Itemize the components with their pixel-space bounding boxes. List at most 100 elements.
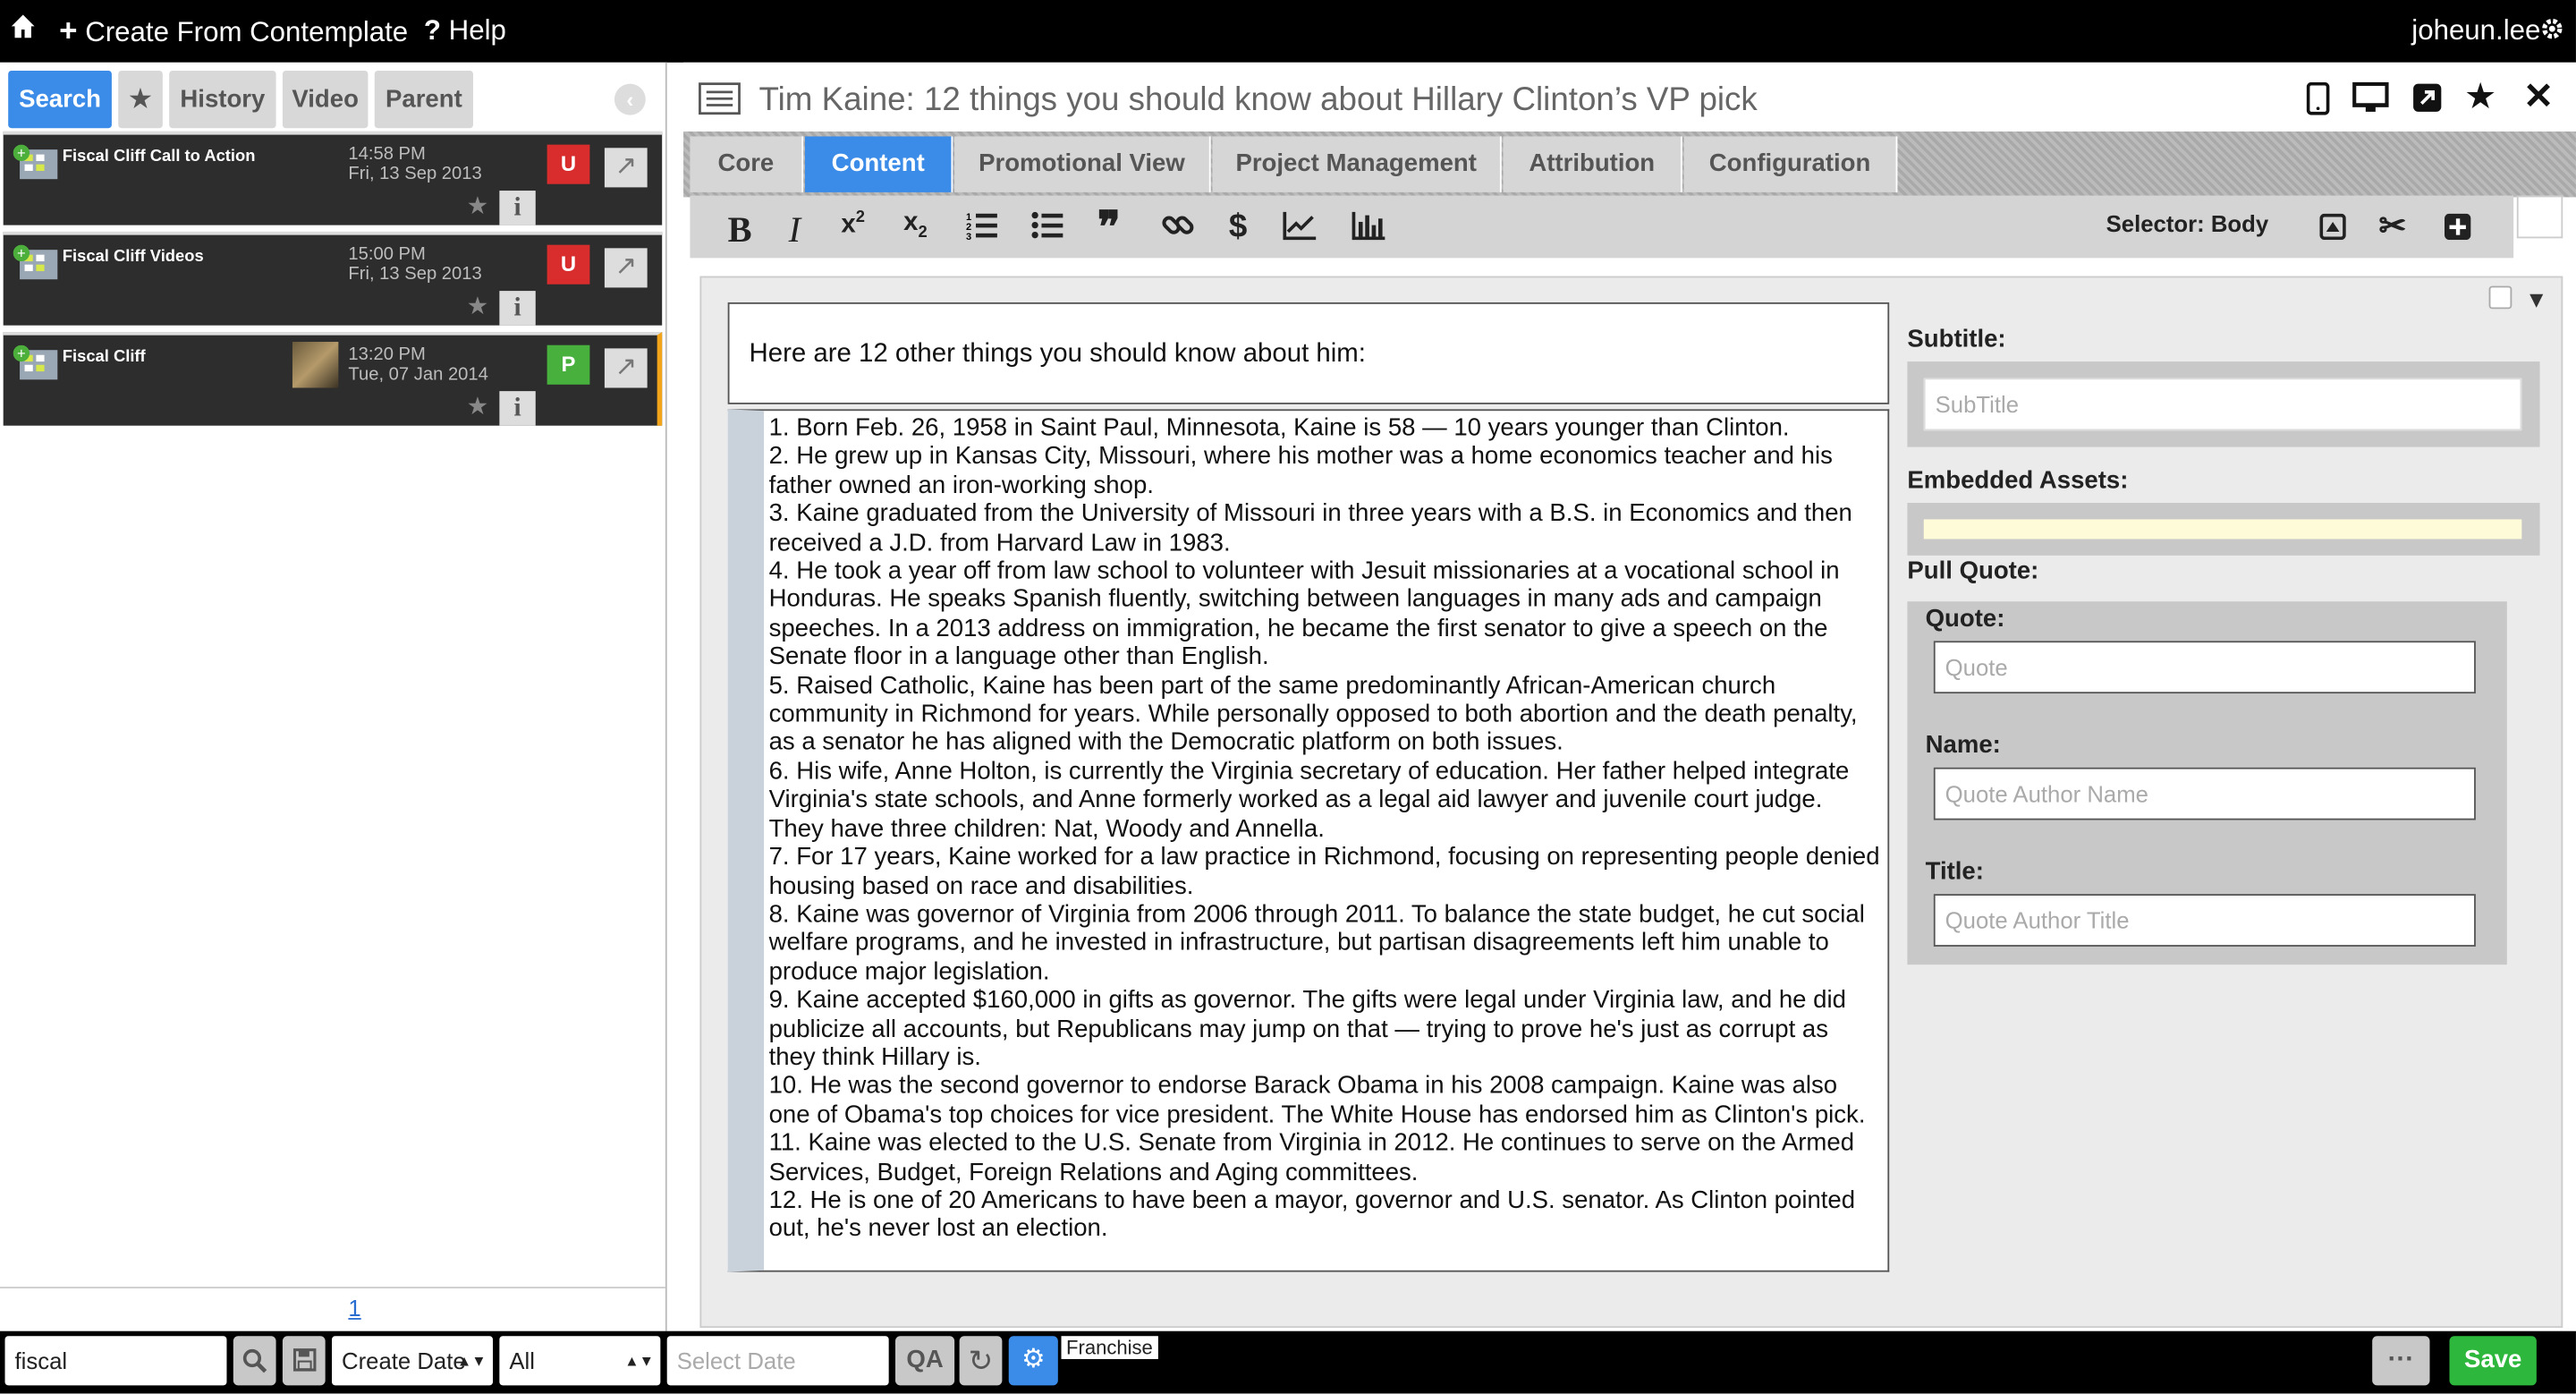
scissors-icon[interactable]: ✂ [2379,206,2407,247]
blockquote-icon[interactable]: ❞ [1097,202,1121,253]
info-icon[interactable]: i [499,291,536,326]
intro-paragraph[interactable]: Here are 12 other things you should know… [727,302,1890,404]
date-input[interactable]: Select Date [666,1336,889,1386]
ordered-list-icon[interactable]: 123 [966,208,999,251]
tab-video[interactable]: Video [282,70,369,129]
home-icon[interactable] [10,13,36,48]
quote-author-name-input[interactable]: Quote Author Name [1933,767,2476,820]
superscript-button[interactable]: x2 [841,208,865,240]
result-time: 15:00 PM [348,244,426,265]
bullet-list-icon[interactable] [1031,208,1064,251]
toolbar-end [2516,195,2563,239]
list-item[interactable]: 1. Born Feb. 26, 1958 in Saint Paul, Min… [769,414,1881,443]
gear-icon[interactable] [2540,16,2565,49]
tab-parent[interactable]: Parent [374,70,473,129]
subtitle-input[interactable]: SubTitle [1923,378,2522,431]
selector-label: Selector: Body [2106,210,2269,237]
create-from-template-link[interactable]: + Create From Contemplate [59,15,408,51]
list-item[interactable]: 12. He is one of 20 Americans to have be… [769,1186,1881,1244]
dollar-icon[interactable]: $ [1229,208,1247,246]
thumbnail-image [292,342,339,388]
list-item[interactable]: 8. Kaine was governor of Virginia from 2… [769,900,1881,986]
bold-button[interactable]: B [728,208,752,251]
list-item[interactable]: 5. Raised Catholic, Kaine has been part … [769,672,1881,758]
external-link-icon[interactable] [2411,82,2443,122]
list-item[interactable]: 7. For 17 years, Kaine worked for a law … [769,843,1881,900]
editor-header: Tim Kaine: 12 things you should know abo… [683,62,2576,132]
settings-filter-icon[interactable]: ⚙ [1008,1336,1058,1386]
info-icon[interactable]: i [499,191,536,225]
star-icon[interactable]: ★ [467,391,489,421]
open-arrow-icon[interactable]: ↗ [604,248,648,288]
desktop-preview-icon[interactable] [2351,81,2390,123]
italic-button[interactable]: I [789,208,801,251]
quote-author-title-input[interactable]: Quote Author Title [1933,894,2476,947]
link-icon[interactable] [1162,208,1195,251]
tab-project-management[interactable]: Project Management [1212,136,1502,192]
page-title: Tim Kaine: 12 things you should know abo… [758,81,1758,119]
bullet-list-block[interactable]: 1. Born Feb. 26, 1958 in Saint Paul, Min… [727,409,1890,1272]
subscript-button[interactable]: x2 [903,208,928,242]
open-arrow-icon[interactable]: ↗ [604,148,648,188]
pull-quote-label: Pull Quote: [1907,557,2039,585]
asset-type-icon: + [13,244,58,280]
list-item[interactable]: 2. He grew up in Kansas City, Missouri, … [769,443,1881,500]
bar-chart-icon[interactable] [1351,208,1386,251]
block-checkbox[interactable] [2488,285,2512,310]
list-item[interactable]: 10. He was the second governor to endors… [769,1072,1881,1129]
star-icon[interactable]: ★ [467,191,489,220]
star-icon[interactable]: ★ [2464,75,2496,118]
star-icon[interactable]: ★ [467,291,489,320]
result-card[interactable]: + Fiscal Cliff 13:20 PM Tue, 07 Jan 2014 … [3,332,663,426]
tab-attribution[interactable]: Attribution [1503,136,1682,192]
sort-select[interactable]: Create Date ▲▼ [332,1336,494,1386]
tab-content[interactable]: Content [804,136,953,192]
embedded-assets-dropzone[interactable] [1923,519,2522,540]
refresh-icon[interactable]: ↻ [959,1336,1003,1386]
result-card[interactable]: + Fiscal Cliff Videos 15:00 PM Fri, 13 Se… [3,231,663,326]
tab-core[interactable]: Core [690,136,804,192]
add-block-icon[interactable] [2445,212,2471,250]
tab-search[interactable]: Search [8,70,112,129]
save-button[interactable]: Save [2449,1336,2537,1386]
mobile-preview-icon[interactable] [2306,81,2330,123]
filter-select[interactable]: All ▲▼ [499,1336,661,1386]
info-icon[interactable]: i [499,391,536,426]
open-arrow-icon[interactable]: ↗ [604,348,648,388]
top-bar: + Create From Contemplate ? Help joheun.… [0,0,2576,63]
pagination-page[interactable]: 1 [348,1295,360,1321]
filter-value: All [509,1347,535,1374]
select-parent-icon[interactable] [2319,212,2346,250]
quote-input[interactable]: Quote [1933,641,2476,694]
result-card[interactable]: + Fiscal Cliff Call to Action 14:58 PM Fr… [3,131,663,225]
more-button[interactable]: ··· [2372,1336,2430,1386]
search-input[interactable]: fiscal [4,1336,227,1386]
tab-favorites[interactable]: ★ [118,70,163,129]
collapse-panel-icon[interactable]: ‹ [614,83,646,115]
search-icon[interactable] [233,1336,276,1386]
result-time: 14:58 PM [348,144,426,165]
create-label: Create From Contemplate [85,16,409,48]
list-item[interactable]: 6. His wife, Anne Holton, is currently t… [769,757,1881,843]
tab-configuration[interactable]: Configuration [1683,136,1898,192]
list-item[interactable]: 9. Kaine accepted $160,000 in gifts as g… [769,986,1881,1072]
franchise-label[interactable]: Franchise [1061,1336,1158,1359]
svg-text:+: + [17,145,26,162]
save-search-icon[interactable] [282,1336,326,1386]
close-icon[interactable]: ✕ [2523,75,2554,118]
svg-text:+: + [17,245,26,262]
chevron-down-icon[interactable]: ▼ [2525,286,2547,312]
list-item[interactable]: 11. Kaine was elected to the U.S. Senate… [769,1129,1881,1186]
list-item[interactable]: 4. He took a year off from law school to… [769,557,1881,672]
result-timestamp: 13:20 PM Tue, 07 Jan 2014 [348,345,488,385]
tab-promotional-view[interactable]: Promotional View [954,136,1211,192]
help-link[interactable]: ? Help [424,15,506,48]
document-icon [699,82,741,123]
result-date: Fri, 13 Sep 2013 [348,164,482,184]
qa-button[interactable]: QA [895,1336,955,1386]
list-item[interactable]: 3. Kaine graduated from the University o… [769,500,1881,557]
asset-type-icon: + [13,344,58,380]
tab-history[interactable]: History [169,70,276,129]
user-name[interactable]: joheun.lee [2411,15,2540,48]
line-chart-icon[interactable] [1282,208,1318,251]
